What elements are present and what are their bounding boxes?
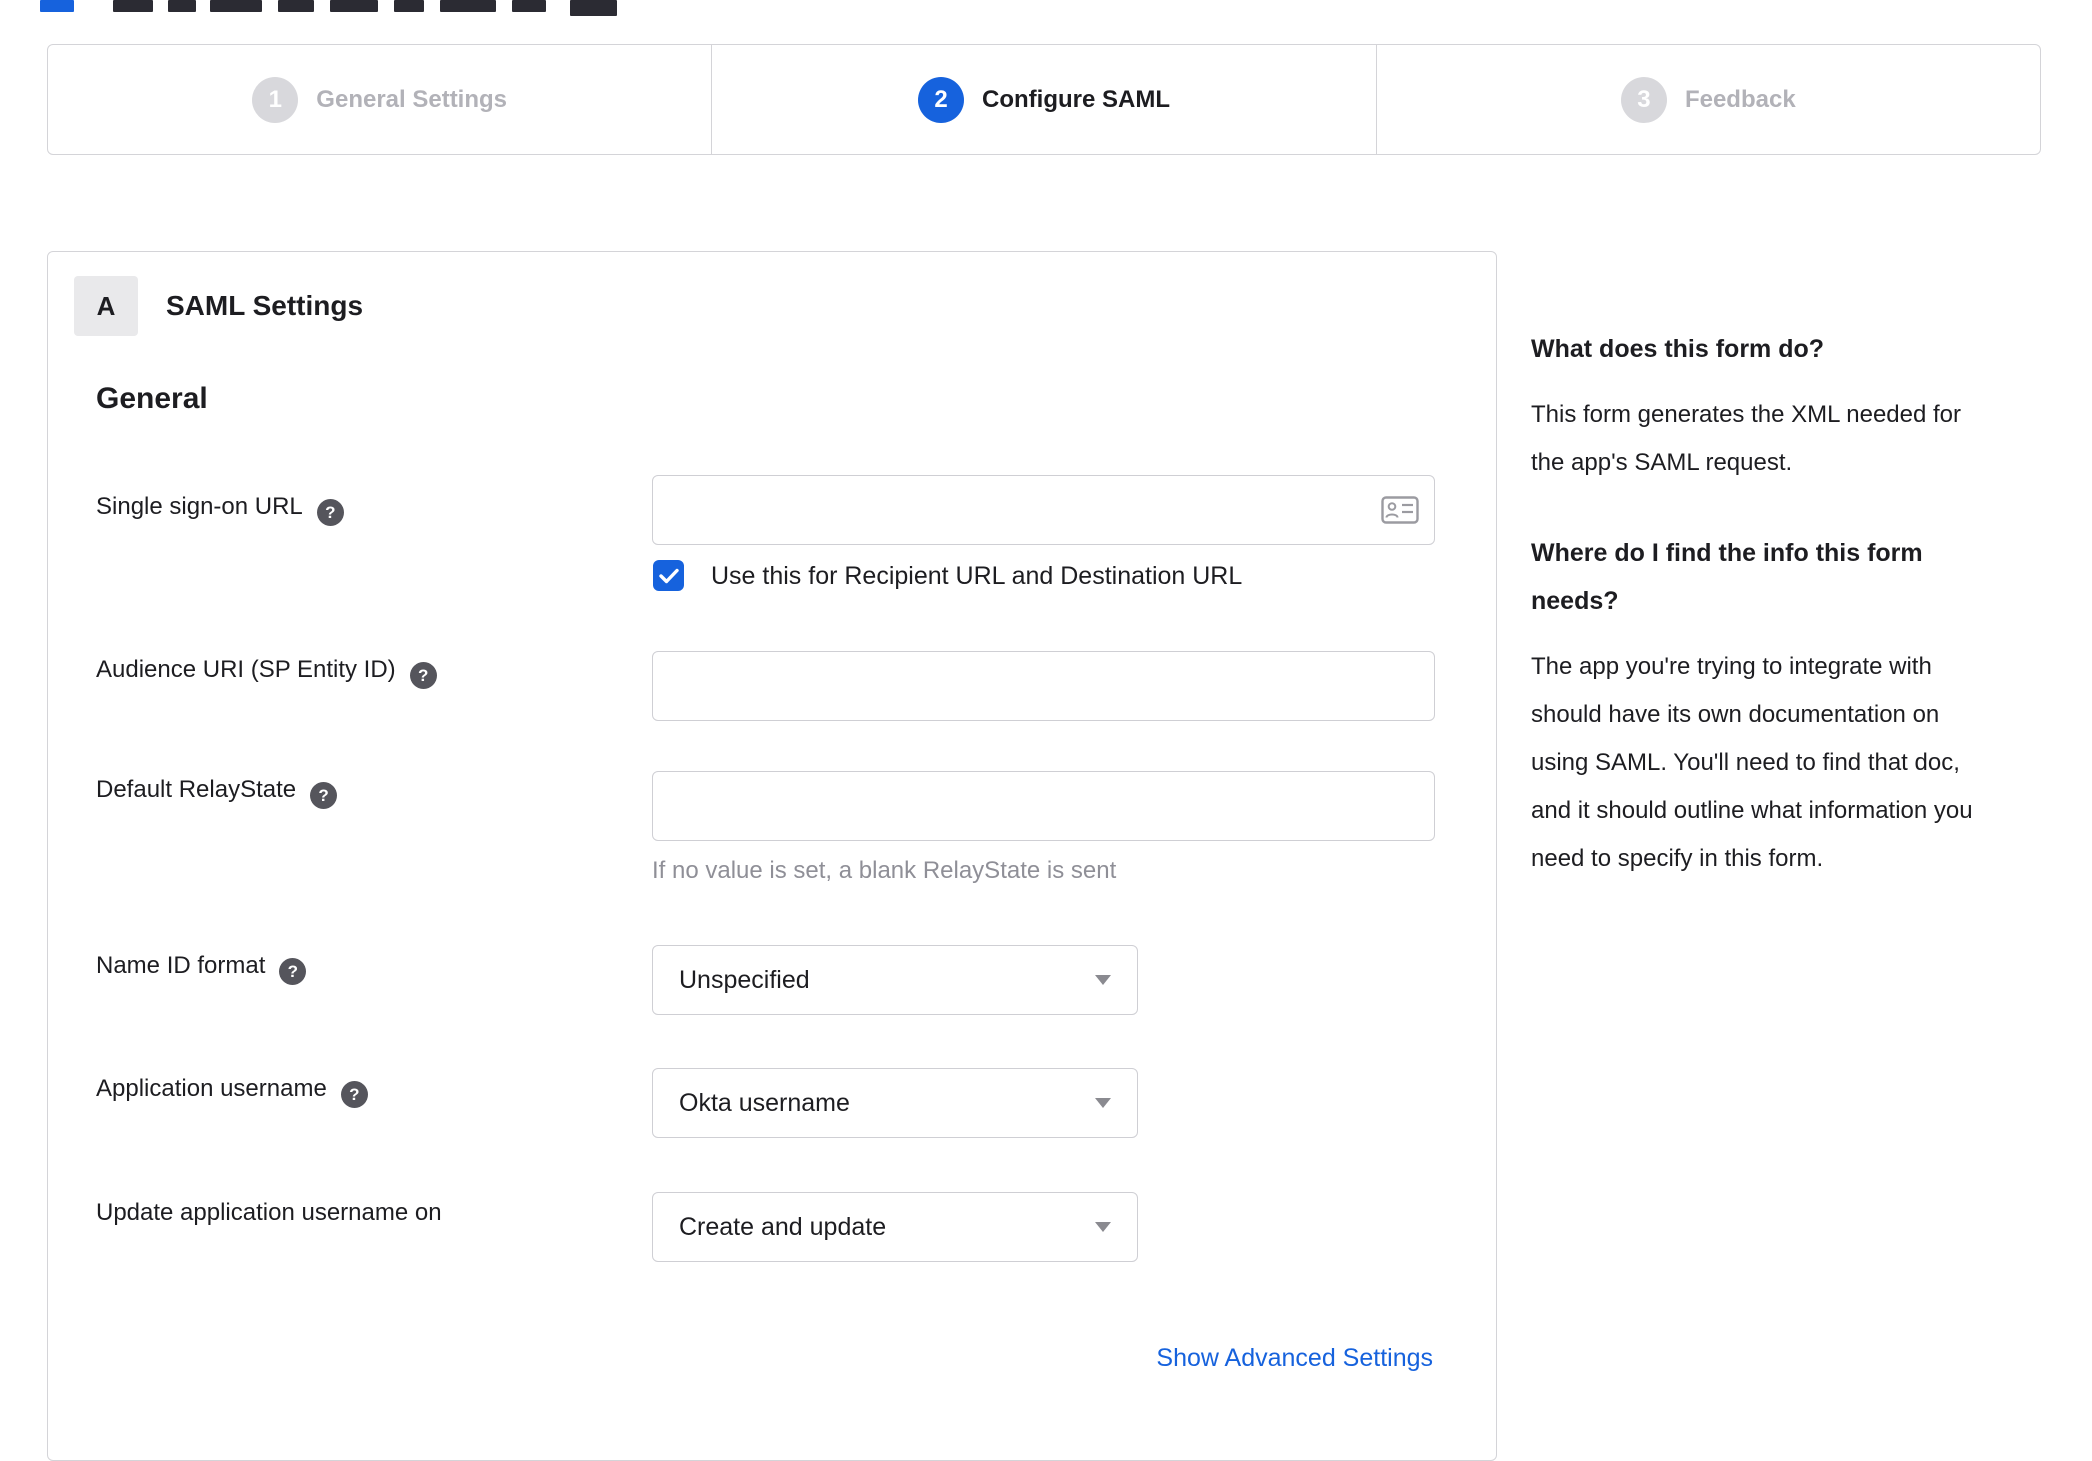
sso-url-input[interactable] (652, 475, 1435, 545)
select-value: Unspecified (679, 965, 810, 994)
label-text: Default RelayState (96, 776, 297, 803)
wizard-stepper: 1 General Settings 2 Configure SAML 3 Fe… (47, 44, 2041, 155)
label-text: Application username (96, 1075, 327, 1102)
cropped-page-title (0, 0, 900, 16)
cropped-logo-fragment (570, 0, 617, 16)
cropped-title-fragment (113, 0, 153, 12)
section-a-badge: A (74, 276, 138, 336)
step-number-badge: 2 (918, 76, 964, 123)
relay-state-label: Default RelayState (96, 776, 338, 809)
name-id-format-label: Name ID format (96, 952, 307, 985)
section-title: SAML Settings (166, 290, 364, 321)
step-label: Feedback (1684, 85, 1796, 113)
select-value: Okta username (679, 1088, 850, 1117)
show-advanced-settings-link[interactable]: Show Advanced Settings (1156, 1344, 1433, 1373)
help-question-body: The app you're trying to integrate with … (1531, 653, 1973, 872)
step-label: Configure SAML (982, 85, 1170, 113)
step-number-badge: 1 (252, 76, 299, 123)
relay-state-hint: If no value is set, a blank RelayState i… (652, 857, 1117, 884)
saml-settings-card: A SAML Settings General Single sign-on U… (47, 251, 1497, 1461)
help-question-title: What does this form do? (1531, 335, 1825, 363)
update-username-select[interactable]: Create and update (652, 1192, 1138, 1262)
chevron-down-icon (1095, 1222, 1111, 1232)
application-username-select[interactable]: Okta username (652, 1068, 1138, 1138)
audience-uri-label: Audience URI (SP Entity ID) (96, 656, 437, 689)
recipient-url-checkbox[interactable] (653, 560, 684, 591)
cropped-title-fragment (512, 0, 546, 12)
update-username-label: Update application username on (96, 1199, 442, 1227)
step-general-settings[interactable]: 1 General Settings (48, 45, 711, 154)
label-text: Single sign-on URL (96, 493, 303, 520)
help-icon[interactable] (409, 662, 437, 689)
help-icon[interactable] (340, 1081, 368, 1108)
chevron-down-icon (1095, 1098, 1111, 1108)
help-sidebar: What does this form do? This form genera… (1531, 325, 2001, 925)
label-text: Name ID format (96, 952, 266, 979)
group-title-general: General (96, 382, 208, 415)
select-value: Create and update (679, 1212, 887, 1241)
checkmark-icon (658, 568, 679, 583)
cropped-title-fragment (278, 0, 314, 12)
cropped-title-fragment (168, 0, 196, 12)
label-text: Audience URI (SP Entity ID) (96, 656, 396, 683)
cropped-title-fragment (210, 0, 262, 12)
help-question-title: Where do I find the info this form needs… (1531, 539, 1923, 615)
chevron-down-icon (1095, 975, 1111, 985)
help-icon[interactable] (316, 499, 344, 526)
label-text: Update application username on (96, 1199, 442, 1226)
step-configure-saml[interactable]: 2 Configure SAML (711, 45, 1375, 154)
help-icon[interactable] (279, 958, 307, 985)
cropped-title-fragment (394, 0, 424, 12)
cropped-title-fragment (440, 0, 496, 12)
cropped-title-fragment (330, 0, 378, 12)
step-number-badge: 3 (1620, 76, 1667, 123)
step-label: General Settings (316, 85, 508, 113)
step-feedback[interactable]: 3 Feedback (1375, 45, 2040, 154)
name-id-format-select[interactable]: Unspecified (652, 945, 1138, 1015)
audience-uri-input[interactable] (652, 651, 1435, 721)
sso-url-label: Single sign-on URL (96, 493, 344, 526)
recipient-url-checkbox-label: Use this for Recipient URL and Destinati… (711, 562, 1243, 590)
relay-state-input[interactable] (652, 771, 1435, 841)
help-question-body: This form generates the XML needed for t… (1531, 401, 1962, 476)
cropped-title-fragment (40, 0, 74, 12)
help-icon[interactable] (310, 782, 338, 809)
application-username-label: Application username (96, 1075, 368, 1108)
